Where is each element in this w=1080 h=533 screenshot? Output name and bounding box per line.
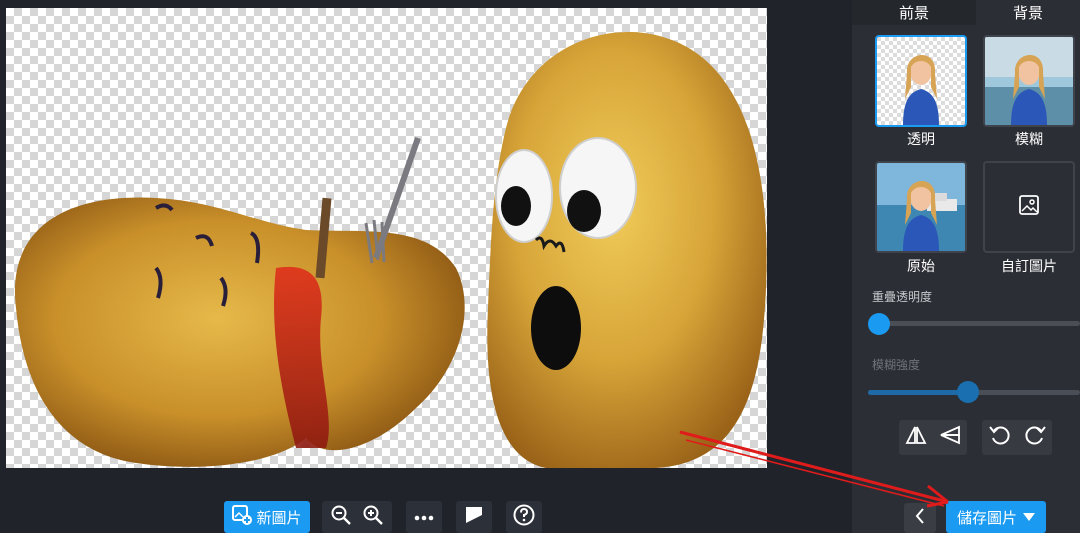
bottom-toolbar: 新圖片 bbox=[0, 498, 852, 533]
rotate-left-icon[interactable] bbox=[988, 423, 1012, 452]
new-image-label: 新圖片 bbox=[256, 509, 302, 527]
woman-blur-thumbnail bbox=[985, 37, 1073, 125]
chevron-left-icon bbox=[915, 507, 925, 529]
woman-transparent-thumbnail bbox=[877, 37, 965, 125]
image-canvas[interactable] bbox=[6, 8, 767, 468]
back-button[interactable] bbox=[904, 503, 936, 533]
background-option-blur-label: 模糊 bbox=[1015, 131, 1043, 147]
more-options-button[interactable] bbox=[406, 501, 442, 533]
flip-controls bbox=[899, 420, 967, 455]
background-option-original[interactable] bbox=[875, 161, 967, 253]
more-icon bbox=[414, 508, 434, 526]
background-option-custom-label: 自訂圖片 bbox=[1001, 258, 1057, 274]
rotate-right-icon[interactable] bbox=[1023, 423, 1047, 452]
opacity-slider-knob[interactable] bbox=[868, 313, 890, 335]
blur-slider-label: 模糊強度 bbox=[872, 358, 921, 372]
tab-bar: 前景 背景 bbox=[852, 0, 1080, 25]
tab-foreground[interactable]: 前景 bbox=[852, 0, 976, 25]
blur-slider-fill bbox=[868, 390, 968, 395]
zoom-in-icon[interactable] bbox=[363, 505, 383, 530]
settings-panel: 前景 背景 透明 模糊 原始 自訂圖片 重疊透明度 模糊強度 bbox=[852, 0, 1080, 533]
background-option-original-label: 原始 bbox=[907, 258, 935, 274]
flip-vertical-icon[interactable] bbox=[938, 424, 962, 451]
save-image-label: 儲存圖片 bbox=[956, 509, 1017, 527]
compare-button[interactable] bbox=[456, 501, 492, 533]
potato-image bbox=[14, 32, 767, 468]
compare-icon bbox=[465, 506, 483, 529]
background-option-custom[interactable] bbox=[983, 161, 1075, 253]
caret-down-icon[interactable] bbox=[1023, 508, 1035, 526]
background-editor-app: 新圖片 前景 背景 透明 模糊 原始 自訂圖片 重疊透明度 模糊強度 儲存圖片 bbox=[0, 0, 1080, 533]
blur-slider-knob[interactable] bbox=[956, 381, 979, 403]
rotate-controls bbox=[982, 420, 1052, 455]
opacity-slider-label: 重疊透明度 bbox=[872, 290, 933, 304]
new-image-button[interactable]: 新圖片 bbox=[224, 501, 310, 533]
background-option-blur[interactable] bbox=[983, 35, 1075, 127]
help-button[interactable] bbox=[506, 501, 542, 533]
opacity-slider-track[interactable] bbox=[872, 321, 1080, 326]
add-image-icon bbox=[232, 504, 253, 530]
canvas-area: 新圖片 bbox=[0, 0, 852, 533]
zoom-controls bbox=[322, 501, 392, 533]
help-icon bbox=[513, 504, 535, 531]
save-image-button[interactable]: 儲存圖片 bbox=[946, 501, 1046, 533]
woman-original-thumbnail bbox=[877, 163, 965, 251]
background-option-transparent[interactable] bbox=[875, 35, 967, 127]
flip-horizontal-icon[interactable] bbox=[904, 424, 928, 451]
image-icon bbox=[1018, 194, 1040, 221]
background-option-transparent-label: 透明 bbox=[907, 131, 935, 147]
tab-background[interactable]: 背景 bbox=[976, 0, 1080, 25]
zoom-out-icon[interactable] bbox=[331, 505, 351, 530]
